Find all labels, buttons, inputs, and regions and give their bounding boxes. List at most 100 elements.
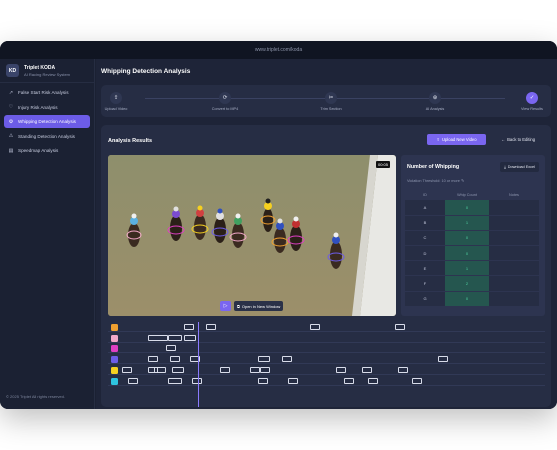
whip-event-segment[interactable] xyxy=(282,355,292,362)
whip-event-segment[interactable] xyxy=(192,377,202,384)
row-whip-count: 0 xyxy=(445,291,489,307)
back-button-label: Back to Editing xyxy=(507,137,536,142)
column-header-notes: Notes xyxy=(509,192,519,197)
whip-event-segment[interactable] xyxy=(168,334,182,341)
row-notes[interactable] xyxy=(489,215,539,231)
whip-event-segment[interactable] xyxy=(166,344,176,351)
whip-event-segment[interactable] xyxy=(368,377,378,384)
analysis-results: Analysis Results ⇪ Upload New Video ← Ba… xyxy=(101,125,551,407)
whip-event-segment[interactable] xyxy=(398,366,408,373)
video-controls: ▷ ⧉ Open in New Window xyxy=(220,301,284,311)
video-timestamp: 00:05 xyxy=(375,161,390,168)
whip-event-segment[interactable] xyxy=(250,366,260,373)
row-id: B xyxy=(405,215,445,231)
open-new-window-button[interactable]: ⧉ Open in New Window xyxy=(234,301,284,311)
row-notes[interactable] xyxy=(489,275,539,292)
row-notes[interactable] xyxy=(489,260,539,277)
whip-event-segment[interactable] xyxy=(258,377,268,384)
whip-event-segment[interactable] xyxy=(122,366,132,373)
sidebar-item-injury-risk[interactable]: ♡ Injury Risk Analysis xyxy=(4,101,90,114)
whip-event-segment[interactable] xyxy=(220,366,230,373)
row-whip-count: 1 xyxy=(445,260,489,277)
brand-subtitle: AI Racing Review System xyxy=(24,71,71,77)
whip-event-segment[interactable] xyxy=(148,334,168,341)
upload-new-video-button[interactable]: ⇪ Upload New Video xyxy=(427,134,486,145)
url-bar[interactable]: www.triplet.com/koda xyxy=(0,41,557,59)
whip-event-segment[interactable] xyxy=(310,323,320,330)
step-convert-mp4[interactable]: ⟳ Convert to MP4 xyxy=(190,85,260,117)
threshold-suffix: or more xyxy=(446,179,460,183)
timeline-row xyxy=(108,322,545,332)
row-notes[interactable] xyxy=(489,230,539,247)
whip-event-segment[interactable] xyxy=(128,377,138,384)
column-header-whip-count: Whip Count xyxy=(457,192,477,197)
alert-icon: ⚠ xyxy=(8,133,14,139)
threshold-value[interactable]: 10 xyxy=(441,179,445,183)
whip-event-segment[interactable] xyxy=(148,355,158,362)
whip-event-segment[interactable] xyxy=(184,323,194,330)
threshold-label: Violation Threshold: xyxy=(407,179,441,183)
timeline-row-color xyxy=(111,366,118,374)
whip-event-segment[interactable] xyxy=(288,377,298,384)
download-icon: ⤓ xyxy=(504,165,506,169)
step-trim-section[interactable]: ✂ Trim Section xyxy=(296,85,366,117)
whip-event-segment[interactable] xyxy=(344,377,354,384)
sidebar-item-speedmap[interactable]: ▤ Speedmap Analysis xyxy=(4,144,90,157)
table-row: F2 xyxy=(405,275,539,292)
race-video-player[interactable]: 00:05 ▷ ⧉ Open in New Window xyxy=(108,155,396,316)
sidebar-item-whipping-detection[interactable]: ⚙ Whipping Detection Analysis xyxy=(4,115,90,128)
whipping-table: ID Whip Count Notes A0 B1 C0 D0 E1 F2 G0 xyxy=(405,189,539,307)
table-row: G0 xyxy=(405,291,539,307)
row-notes[interactable] xyxy=(489,245,539,262)
main-content: Whipping Detection Analysis ⇪ Upload Vid… xyxy=(96,59,557,409)
row-id: E xyxy=(405,260,445,277)
sidebar-item-standing-detection[interactable]: ⚠ Standing Detection Analysis xyxy=(4,130,90,143)
timeline-row xyxy=(108,354,545,364)
table-row: E1 xyxy=(405,260,539,277)
step-label: AI Analysis xyxy=(425,106,445,111)
whip-event-segment[interactable] xyxy=(170,355,180,362)
whip-event-segment[interactable] xyxy=(154,366,166,373)
play-button[interactable]: ▷ xyxy=(220,301,231,311)
step-label: Convert to MP4 xyxy=(211,106,239,111)
row-notes[interactable] xyxy=(489,200,539,216)
back-to-editing-button[interactable]: ← Back to Editing xyxy=(490,134,546,145)
row-notes[interactable] xyxy=(489,291,539,307)
table-row: A0 xyxy=(405,200,539,216)
whip-event-segment[interactable] xyxy=(184,334,196,341)
external-link-icon: ⧉ xyxy=(237,303,240,309)
sidebar-item-false-start[interactable]: ↗ False Start Risk Analysis xyxy=(4,86,90,99)
whip-event-segment[interactable] xyxy=(172,366,184,373)
download-excel-button[interactable]: ⤓ Download Excel xyxy=(500,162,539,172)
race-video-frame xyxy=(108,155,396,316)
upload-icon: ⇪ xyxy=(436,137,440,142)
whip-event-segment[interactable] xyxy=(362,366,372,373)
edit-icon[interactable]: ✎ xyxy=(461,179,464,183)
timeline-playhead[interactable] xyxy=(198,322,199,407)
whip-event-segment[interactable] xyxy=(258,355,270,362)
whip-event-segment[interactable] xyxy=(336,366,346,373)
upload-icon: ⇪ xyxy=(110,91,122,104)
row-id: A xyxy=(405,200,445,216)
step-ai-analysis[interactable]: ⊛ AI Analysis xyxy=(400,85,470,117)
browser-window: www.triplet.com/koda KD Triplet KODA AI … xyxy=(0,41,557,409)
whip-event-segment[interactable] xyxy=(168,377,182,384)
table-row: B1 xyxy=(405,215,539,231)
whip-event-segment[interactable] xyxy=(412,377,422,384)
whip-event-segment[interactable] xyxy=(438,355,448,362)
sidebar-item-label: False Start Risk Analysis xyxy=(18,90,69,95)
row-id: C xyxy=(405,230,445,247)
step-view-results[interactable]: ✓ View Results xyxy=(497,85,557,117)
upload-button-label: Upload New Video xyxy=(441,137,477,142)
whip-event-segment[interactable] xyxy=(206,323,216,330)
timeline-row-color xyxy=(111,334,118,342)
step-upload-video[interactable]: ⇪ Upload Video xyxy=(81,85,151,117)
brand: KD Triplet KODA AI Racing Review System xyxy=(0,59,94,83)
timeline-row-color xyxy=(111,355,118,363)
whip-event-segment[interactable] xyxy=(260,366,270,373)
whipping-timeline[interactable] xyxy=(108,322,545,407)
timeline-row-color xyxy=(111,344,118,352)
whip-event-segment[interactable] xyxy=(395,323,405,330)
whip-icon: ⚙ xyxy=(8,118,14,125)
sidebar-item-label: Injury Risk Analysis xyxy=(18,104,58,110)
